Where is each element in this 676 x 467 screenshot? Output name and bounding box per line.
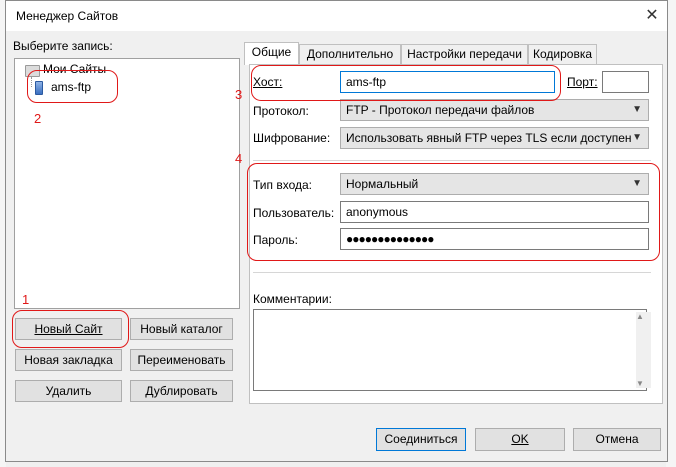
- site-manager-dialog: Менеджер Сайтов ✕ Выберите запись: Мои С…: [5, 0, 668, 462]
- encryption-select[interactable]: Использовать явный FTP через TLS если до…: [340, 127, 649, 149]
- protocol-value: FTP - Протокол передачи файлов: [346, 103, 535, 117]
- annotation-number-1: 1: [22, 292, 30, 307]
- scroll-up-icon[interactable]: ▲: [636, 312, 644, 321]
- annotation-number-2: 2: [34, 111, 42, 126]
- protocol-label: Протокол:: [253, 104, 309, 118]
- rename-label: Переименовать: [137, 353, 226, 367]
- comments-textarea[interactable]: [253, 309, 647, 391]
- annotation-box-1: [12, 310, 129, 348]
- delete-button[interactable]: Удалить: [15, 380, 122, 402]
- rename-button[interactable]: Переименовать: [130, 349, 233, 371]
- annotation-box-4: [247, 163, 660, 261]
- title-bar: Менеджер Сайтов ✕: [6, 1, 667, 31]
- protocol-select[interactable]: FTP - Протокол передачи файлов ▼: [340, 99, 649, 121]
- tab-charset[interactable]: Кодировка: [528, 44, 597, 64]
- tab-transfer-settings[interactable]: Настройки передачи: [401, 44, 528, 64]
- comments-label: Комментарии:: [253, 292, 332, 306]
- duplicate-button[interactable]: Дублировать: [130, 380, 233, 402]
- new-bookmark-label: Новая закладка: [24, 353, 113, 367]
- ok-button[interactable]: OK: [475, 428, 565, 451]
- encryption-value: Использовать явный FTP через TLS если до…: [346, 131, 632, 145]
- annotation-number-4: 4: [235, 151, 243, 166]
- scroll-down-icon[interactable]: ▼: [636, 379, 644, 388]
- annotation-box-2: [27, 70, 118, 103]
- connect-button[interactable]: Соединиться: [376, 428, 466, 451]
- scrollbar[interactable]: [636, 312, 651, 388]
- new-folder-label: Новый каталог: [140, 322, 223, 336]
- new-bookmark-button[interactable]: Новая закладка: [15, 349, 122, 371]
- separator: [253, 272, 651, 273]
- tab-advanced[interactable]: Дополнительно: [299, 44, 401, 64]
- connect-label: Соединиться: [384, 432, 458, 446]
- port-label: Порт:: [567, 75, 598, 89]
- encryption-label: Шифрование:: [253, 131, 331, 145]
- ok-label: OK: [511, 432, 529, 446]
- close-icon[interactable]: ✕: [641, 5, 663, 27]
- window-title: Менеджер Сайтов: [16, 9, 119, 23]
- select-entry-label: Выберите запись:: [13, 39, 113, 53]
- cancel-label: Отмена: [595, 432, 639, 446]
- cancel-button[interactable]: Отмена: [573, 428, 661, 451]
- annotation-box-3: [251, 65, 561, 101]
- port-input[interactable]: [602, 71, 649, 93]
- chevron-down-icon: ▼: [632, 104, 642, 115]
- tab-general[interactable]: Общие: [244, 42, 299, 65]
- separator: [253, 160, 651, 161]
- duplicate-label: Дублировать: [145, 384, 218, 398]
- new-folder-button[interactable]: Новый каталог: [130, 318, 233, 340]
- annotation-number-3: 3: [235, 87, 243, 102]
- chevron-down-icon: ▼: [632, 132, 642, 143]
- delete-label: Удалить: [45, 384, 92, 398]
